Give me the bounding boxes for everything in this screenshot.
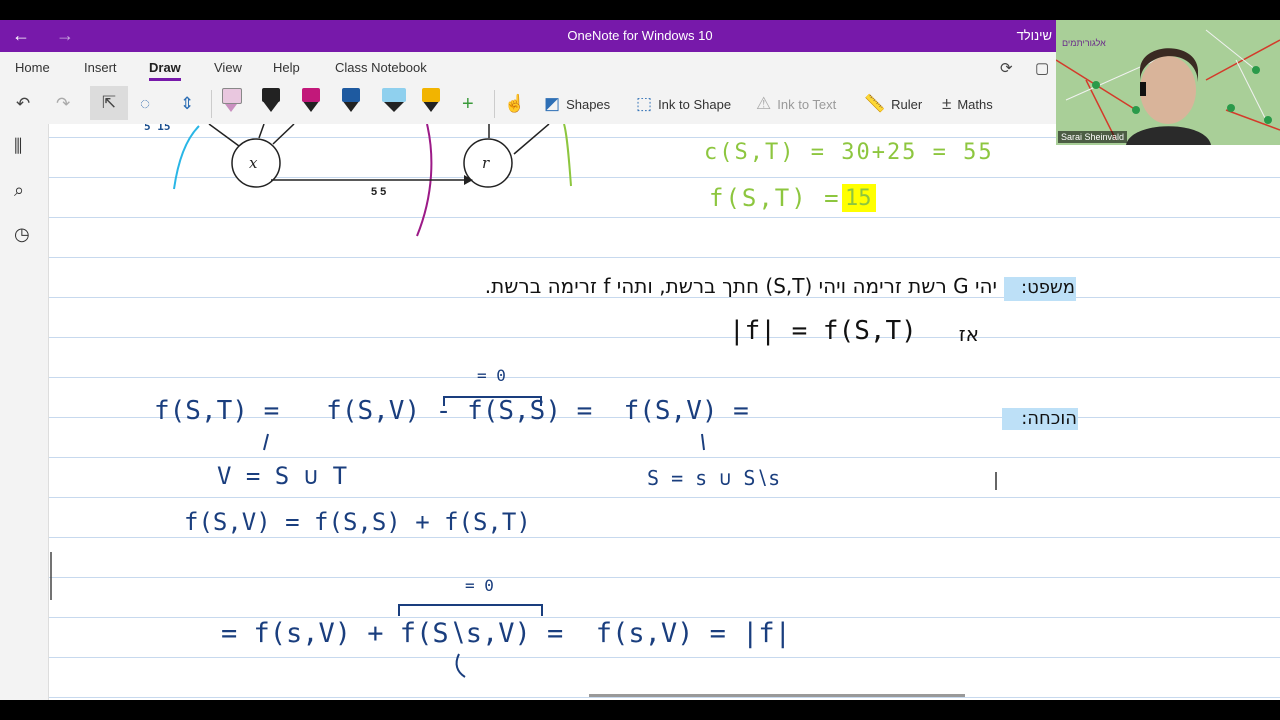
overbrace-1-label: = 0 (477, 366, 506, 385)
lemma-result: |f| = f(S,T) (729, 316, 917, 346)
webcam-banner: אלגוריתמים (1062, 38, 1106, 48)
left-navigation-rail: ⫼ ⌕ ◷ (0, 124, 49, 700)
pointer-tick-2 (701, 433, 705, 451)
pointer-tick-3 (455, 653, 466, 678)
note-canvas[interactable]: 5 15 x r 5 5 c(S,T) = 30+25 = 55 f(S,T) … (49, 124, 1280, 700)
edge-out-1 (513, 124, 550, 155)
proof-line-1: f(S,T) = f(S,V) - f(S,S) = f(S,V) = (154, 396, 749, 426)
add-space-icon[interactable]: ⇕ (180, 92, 200, 116)
type-select-tool-icon[interactable]: ⇱ (90, 86, 128, 120)
ruler-button[interactable]: 📏 Ruler (864, 92, 922, 116)
overbrace-2-label: = 0 (465, 576, 494, 595)
pointer-tick-1 (263, 433, 269, 451)
proof-line-2: f(S,V) = f(S,S) + f(S,T) (184, 508, 531, 536)
edge-in-3 (272, 124, 295, 145)
s-definition: S = s ∪ S∖s (647, 466, 781, 490)
webcam-participant-name: Sarai Sheinvald (1058, 131, 1128, 143)
lemma-label: משפט: (1021, 277, 1075, 298)
tab-class-notebook[interactable]: Class Notebook (335, 60, 427, 75)
ink-to-shape-icon: ⬚ (636, 94, 653, 113)
add-pen-icon[interactable]: + (462, 92, 480, 116)
capacity-equation: c(S,T) = 30+25 = 55 (704, 140, 994, 165)
proof-label: הוכחה: (1021, 408, 1077, 429)
proof-line-3: = f(s,V) + f(S∖s,V) = f(s,V) = |f| (221, 618, 791, 649)
tab-help[interactable]: Help (273, 60, 300, 75)
redo-icon[interactable]: ↷ (56, 92, 76, 116)
blue-pen-icon[interactable] (342, 86, 360, 118)
sync-icon[interactable]: ⟳ (1000, 59, 1013, 77)
shapes-button[interactable]: ◩ Shapes (544, 92, 610, 116)
notebooks-icon[interactable]: ⫼ (14, 136, 22, 157)
ink-cut-line-green (563, 124, 572, 187)
flow-equation-label: f(S,T) = (709, 184, 841, 212)
black-pen-icon[interactable] (262, 86, 280, 118)
yellow-pen-icon[interactable] (422, 86, 440, 118)
overbrace-2 (398, 604, 543, 616)
toolbar-divider (494, 90, 495, 118)
tab-insert[interactable]: Insert (84, 60, 117, 75)
ink-to-shape-button[interactable]: ⬚ Ink to Shape (636, 92, 731, 116)
lemma-text: יהי G רשת זרימה ויהי (S,T) חתך ברשת, ותה… (484, 274, 997, 298)
maths-button[interactable]: ± Maths (942, 92, 993, 116)
pink-highlighter-icon[interactable] (222, 86, 242, 118)
edge-in-2 (258, 124, 265, 139)
shapes-icon: ◩ (544, 94, 561, 113)
node-r-label: r (482, 154, 490, 172)
tab-home[interactable]: Home (15, 60, 50, 75)
node-x-label: x (249, 154, 258, 172)
ink-to-text-button[interactable]: ⚠ Ink to Text (756, 92, 836, 116)
lightblue-highlighter-icon[interactable] (382, 86, 406, 118)
lasso-select-icon[interactable]: ◌ (140, 92, 156, 116)
v-definition: V = S ∪ T (217, 462, 348, 490)
ruler-icon: 📏 (864, 94, 886, 113)
horizontal-scrollbar (589, 694, 965, 697)
toolbar-divider (211, 90, 212, 118)
flow-value: 15 (845, 186, 872, 211)
edge-label-top-left: 5 15 (144, 124, 171, 133)
search-icon[interactable]: ⌕ (14, 180, 24, 201)
tab-draw[interactable]: Draw (149, 60, 181, 81)
undo-icon[interactable]: ↶ (16, 92, 36, 116)
ink-to-text-icon: ⚠ (756, 94, 772, 113)
lemma-then: אז (958, 322, 979, 346)
share-icon[interactable]: ▢ (1035, 59, 1049, 77)
webcam-overlay: אלגוריתמים Sarai Sheinvald (1056, 20, 1280, 145)
touch-draw-icon[interactable]: ☝ (504, 92, 531, 116)
ink-cut-line-cyan (173, 125, 200, 190)
magenta-pen-icon[interactable] (302, 86, 320, 118)
tab-view[interactable]: View (214, 60, 242, 75)
recent-clock-icon[interactable]: ◷ (14, 224, 30, 245)
edge-label-x-r: 5 5 (371, 186, 387, 198)
user-name[interactable]: שינולד (1017, 28, 1052, 43)
edge-in-1 (208, 124, 240, 147)
bottom-black-bar (0, 700, 1280, 720)
maths-icon: ± (942, 94, 952, 113)
